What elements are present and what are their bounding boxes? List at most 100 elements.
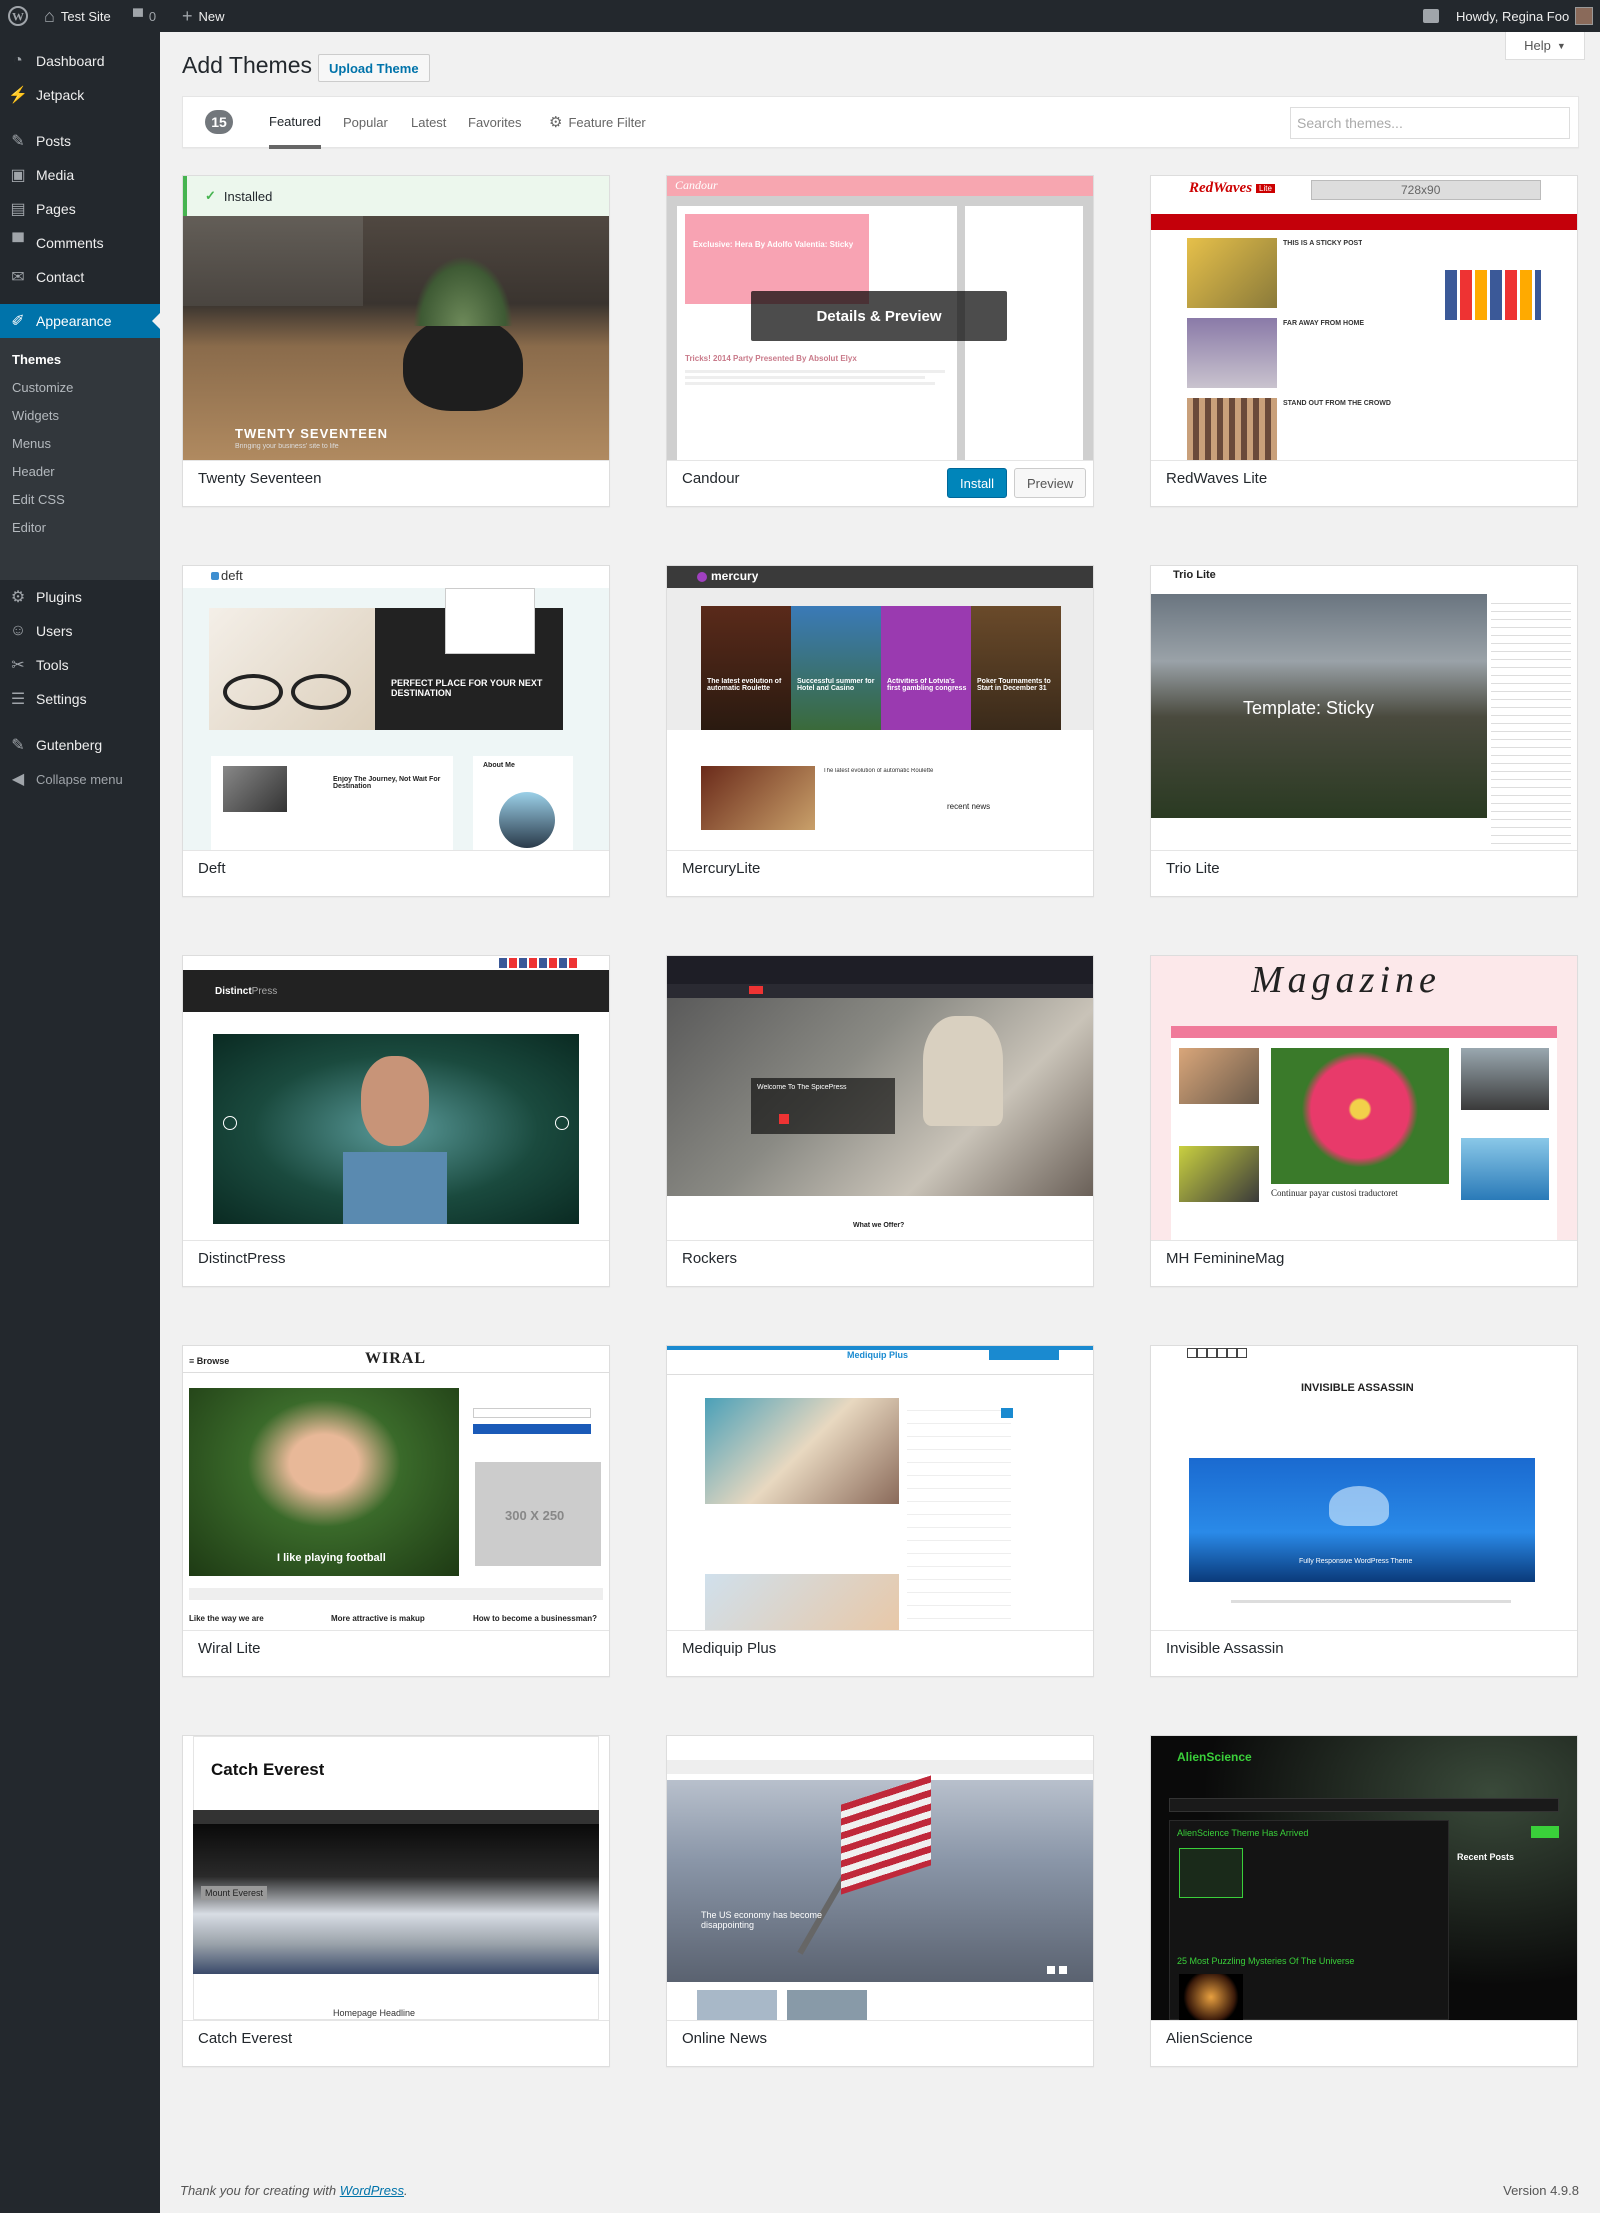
details-preview-overlay[interactable]: Details & Preview <box>751 291 1007 341</box>
submenu-themes[interactable]: Themes <box>0 345 160 373</box>
pin-icon: ✎ <box>11 133 25 150</box>
comments-link[interactable]: ▀ 0 <box>133 0 156 32</box>
theme-screenshot[interactable]: Catch Everest Mount Everest Homepage Hea… <box>183 1736 609 2020</box>
submenu-menus[interactable]: Menus <box>0 429 160 457</box>
menu-contact[interactable]: ✉ Contact <box>0 260 160 294</box>
site-name-link[interactable]: ⌂ Test Site <box>44 0 111 32</box>
theme-screenshot[interactable]: Candour Exclusive: Hera By Adolfo Valent… <box>667 176 1093 460</box>
preview-button[interactable]: Preview <box>1014 468 1087 498</box>
theme-name: MH FeminineMag <box>1166 1250 1285 1267</box>
brush-icon: ✐ <box>11 313 25 330</box>
menu-comments[interactable]: ▀ Comments <box>0 226 160 260</box>
upload-theme-button[interactable]: Upload Theme <box>318 54 430 82</box>
footer-thanks: Thank you for creating with WordPress. <box>180 2183 408 2198</box>
theme-card-twenty-seventeen[interactable]: TWENTY SEVENTEEN Bringing your business'… <box>182 175 610 507</box>
theme-count: 15 <box>205 110 233 134</box>
theme-screenshot[interactable]: Trio Lite Template: Sticky <box>1151 566 1577 850</box>
comments-icon: ▀ <box>12 234 24 251</box>
theme-name: Catch Everest <box>198 2030 293 2047</box>
theme-screenshot[interactable]: mercury The latest evolution of automati… <box>667 566 1093 850</box>
theme-screenshot[interactable]: ≡ Browse WIRAL I like playing football 3… <box>183 1346 609 1630</box>
shot-logo: deft <box>221 568 243 583</box>
menu-dashboard[interactable]: ◔ Dashboard <box>0 44 160 78</box>
theme-card-rockers[interactable]: Welcome To The SpicePress What we Offer?… <box>666 955 1094 1287</box>
admin-menu: ◔ Dashboard ⚡ Jetpack ✎ Posts ▣ Media ▤ Pages… <box>0 32 160 2213</box>
theme-card-online-news[interactable]: The US economy has become disappointing … <box>666 1735 1094 2067</box>
install-button[interactable]: Install <box>947 468 1007 498</box>
theme-screenshot[interactable]: AlienScience AlienScience Theme Has Arri… <box>1151 1736 1577 2020</box>
theme-card-redwaves-lite[interactable]: RedWaves Lite 728x90 THIS IS A STICKY PO… <box>1150 175 1578 507</box>
submenu-header[interactable]: Header <box>0 457 160 485</box>
notifications-icon[interactable] <box>1423 0 1439 32</box>
menu-users[interactable]: ☺ Users <box>0 614 160 648</box>
theme-name: MercuryLite <box>682 860 761 877</box>
my-account-link[interactable]: Howdy, Regina Foo <box>1456 0 1594 32</box>
tab-latest[interactable]: Latest <box>411 97 446 147</box>
submenu-widgets[interactable]: Widgets <box>0 401 160 429</box>
new-content-link[interactable]: + New <box>182 0 225 32</box>
theme-card-invisible-assassin[interactable]: INVISIBLE ASSASSIN Fully Responsive Word… <box>1150 1345 1578 1677</box>
shot-logo: WIRAL <box>365 1350 427 1367</box>
theme-card-mh-femininemag[interactable]: Magazine Continuar payar custosi traduct… <box>1150 955 1578 1287</box>
menu-media[interactable]: ▣ Media <box>0 158 160 192</box>
theme-name: Online News <box>682 2030 768 2047</box>
theme-card-candour[interactable]: Candour Exclusive: Hera By Adolfo Valent… <box>666 175 1094 507</box>
plug-icon: ⚙ <box>10 589 26 606</box>
theme-name: Rockers <box>682 1250 738 1267</box>
menu-posts[interactable]: ✎ Posts <box>0 124 160 158</box>
howdy-text: Howdy, Regina Foo <box>1456 8 1570 24</box>
theme-card-distinctpress[interactable]: DistinctPress DistinctPress <box>182 955 610 1287</box>
wordpress-link[interactable]: WordPress <box>340 2183 404 2198</box>
menu-settings[interactable]: ☰ Settings <box>0 682 160 716</box>
tab-favorites[interactable]: Favorites <box>468 97 521 147</box>
theme-card-deft[interactable]: deft PERFECT PLACE FOR YOUR NEXT DESTINA… <box>182 565 610 897</box>
theme-card-wiral-lite[interactable]: ≡ Browse WIRAL I like playing football 3… <box>182 1345 610 1677</box>
search-themes-input[interactable] <box>1290 107 1570 139</box>
post-2-title: Tricks! 2014 Party Presented By Absolut … <box>685 354 857 363</box>
pages-icon: ▤ <box>10 201 26 218</box>
submenu-editor[interactable]: Editor <box>0 513 160 541</box>
submenu-edit-css[interactable]: Edit CSS <box>0 485 160 513</box>
menu-plugins[interactable]: ⚙ Plugins <box>0 580 160 614</box>
theme-screenshot[interactable]: The US economy has become disappointing <box>667 1736 1093 2020</box>
caret-down-icon: ▼ <box>1556 40 1566 51</box>
theme-screenshot[interactable]: DistinctPress <box>183 956 609 1240</box>
menu-tools[interactable]: ✂ Tools <box>0 648 160 682</box>
theme-screenshot[interactable]: RedWaves Lite 728x90 THIS IS A STICKY PO… <box>1151 176 1577 460</box>
dashboard-icon: ◔ <box>13 52 23 69</box>
menu-jetpack[interactable]: ⚡ Jetpack <box>0 78 160 112</box>
shot-logo: DistinctPress <box>215 986 278 997</box>
theme-card-catch-everest[interactable]: Catch Everest Mount Everest Homepage Hea… <box>182 1735 610 2067</box>
theme-card-trio-lite[interactable]: Trio Lite Template: Sticky Trio Lite <box>1150 565 1578 897</box>
wordpress-logo-icon[interactable]: W <box>8 0 28 32</box>
contact-icon: ✉ <box>11 269 25 286</box>
collapse-menu[interactable]: ◀ Collapse menu <box>0 762 160 796</box>
settings-icon: ☰ <box>10 691 26 708</box>
wrench-icon: ✂ <box>11 657 25 674</box>
menu-pages[interactable]: ▤ Pages <box>0 192 160 226</box>
theme-name: Invisible Assassin <box>1166 1640 1284 1657</box>
tab-popular[interactable]: Popular <box>343 97 388 147</box>
theme-screenshot[interactable]: Welcome To The SpicePress What we Offer? <box>667 956 1093 1240</box>
comment-bubble-icon: ▀ <box>133 8 143 24</box>
theme-card-mercurylite[interactable]: mercury The latest evolution of automati… <box>666 565 1094 897</box>
theme-screenshot[interactable]: Magazine Continuar payar custosi traduct… <box>1151 956 1577 1240</box>
theme-card-alienscience[interactable]: AlienScience AlienScience Theme Has Arri… <box>1150 1735 1578 2067</box>
theme-screenshot[interactable]: Mediquip Plus <box>667 1346 1093 1630</box>
theme-card-mediquip-plus[interactable]: Mediquip Plus Mediquip Plus <box>666 1345 1094 1677</box>
theme-name: AlienScience <box>1166 2030 1253 2047</box>
post-1-title: Exclusive: Hera By Adolfo Valentia: Stic… <box>693 240 854 249</box>
feature-filter-button[interactable]: ⚙ Feature Filter <box>549 97 646 147</box>
help-button[interactable]: Help ▼ <box>1505 32 1585 60</box>
theme-screenshot[interactable]: TWENTY SEVENTEEN Bringing your business'… <box>183 176 609 460</box>
tab-featured[interactable]: Featured <box>269 97 322 149</box>
menu-gutenberg[interactable]: ✎ Gutenberg <box>0 728 160 762</box>
admin-bar: W ⌂ Test Site ▀ 0 + New Howdy, Regina Fo… <box>0 0 1600 32</box>
shot-logo: Magazine <box>1251 959 1441 1001</box>
theme-screenshot[interactable]: deft PERFECT PLACE FOR YOUR NEXT DESTINA… <box>183 566 609 850</box>
submenu-customize[interactable]: Customize <box>0 373 160 401</box>
menu-appearance[interactable]: ✐ Appearance <box>0 304 160 338</box>
shot-logo: INVISIBLE ASSASSIN <box>1301 1382 1414 1394</box>
home-icon: ⌂ <box>44 6 55 26</box>
theme-screenshot[interactable]: INVISIBLE ASSASSIN Fully Responsive Word… <box>1151 1346 1577 1630</box>
